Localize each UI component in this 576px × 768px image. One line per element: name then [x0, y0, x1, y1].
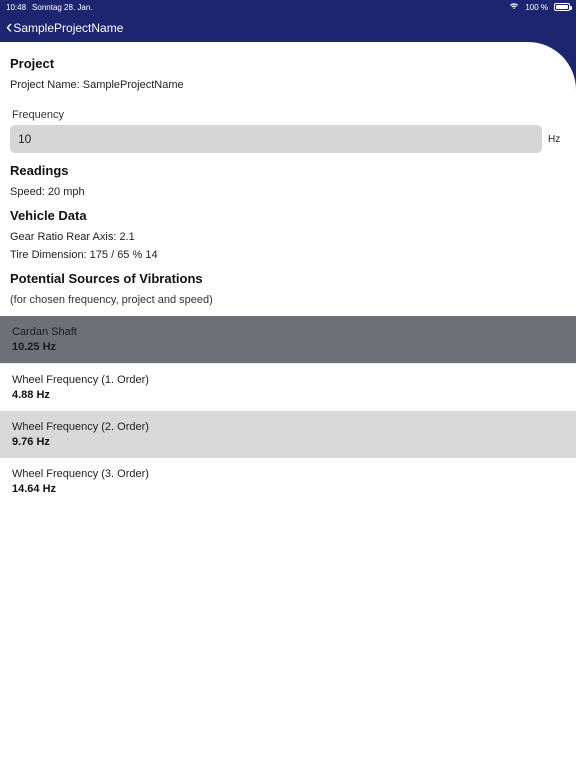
- frequency-unit: Hz: [548, 134, 566, 145]
- status-battery-pct: 100 %: [525, 3, 548, 12]
- vehicle-data-heading: Vehicle Data: [10, 208, 566, 223]
- sources-heading: Potential Sources of Vibrations: [10, 271, 566, 286]
- sources-list: Cardan Shaft 10.25 Hz Wheel Frequency (1…: [0, 316, 576, 505]
- back-button[interactable]: SampleProjectName: [13, 21, 123, 35]
- list-item[interactable]: Wheel Frequency (3. Order) 14.64 Hz: [0, 458, 576, 505]
- gear-ratio-line: Gear Ratio Rear Axis: 2.1: [10, 231, 566, 243]
- list-item[interactable]: Cardan Shaft 10.25 Hz: [0, 316, 576, 363]
- list-item[interactable]: Wheel Frequency (1. Order) 4.88 Hz: [0, 364, 576, 411]
- frequency-input[interactable]: [10, 125, 542, 153]
- wifi-icon: [509, 2, 519, 12]
- tire-dimension-line: Tire Dimension: 175 / 65 % 14: [10, 249, 566, 261]
- speed-line: Speed: 20 mph: [10, 186, 566, 198]
- status-bar: 10:48 Sonntag 28. Jan. 100 %: [0, 0, 576, 14]
- frequency-label: Frequency: [12, 109, 566, 121]
- back-chevron-icon[interactable]: ‹: [6, 18, 12, 37]
- readings-heading: Readings: [10, 163, 566, 178]
- status-time: 10:48: [6, 3, 26, 12]
- list-item[interactable]: Wheel Frequency (2. Order) 9.76 Hz: [0, 411, 576, 458]
- project-name-line: Project Name: SampleProjectName: [10, 79, 566, 91]
- nav-bar: ‹ SampleProjectName: [0, 14, 576, 42]
- status-date: Sonntag 28. Jan.: [32, 3, 93, 12]
- battery-icon: [554, 3, 570, 11]
- content-area: Project Project Name: SampleProjectName …: [0, 42, 576, 768]
- sources-subheading: (for chosen frequency, project and speed…: [10, 294, 566, 306]
- project-heading: Project: [10, 56, 566, 71]
